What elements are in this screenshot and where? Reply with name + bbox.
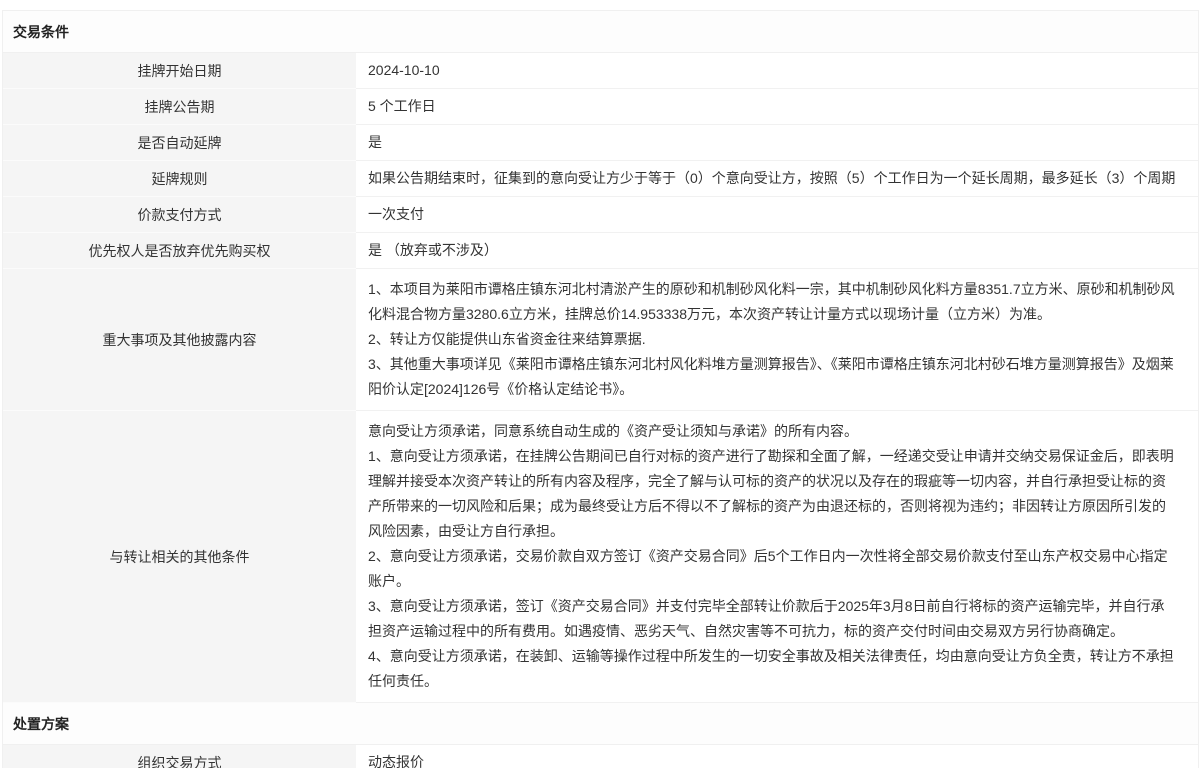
value-text: 2024-10-10 — [368, 58, 1178, 83]
table-row-preemptive-right-waiver: 优先权人是否放弃优先购买权 是 （放弃或不涉及） — [3, 233, 1198, 269]
value-text: 是 — [368, 130, 1178, 155]
row-label: 挂牌开始日期 — [3, 53, 356, 89]
asset-listing-detail-page: 交易条件 挂牌开始日期 2024-10-10 挂牌公告期 5 个工作日 是否自动… — [0, 0, 1202, 768]
table-row-major-matters-disclosure: 重大事项及其他披露内容 1、本项目为莱阳市谭格庄镇东河北村清淤产生的原砂和机制砂… — [3, 269, 1198, 411]
section-header-disposal-plan: 处置方案 — [3, 703, 1198, 745]
row-value: 如果公告期结束时，征集到的意向受让方少于等于（0）个意向受让方，按照（5）个工作… — [356, 161, 1198, 197]
value-text: 1、本项目为莱阳市谭格庄镇东河北村清淤产生的原砂和机制砂风化料一宗，其中机制砂风… — [368, 277, 1178, 327]
value-text: 2、意向受让方须承诺，交易价款自双方签订《资产交易合同》后5个工作日内一次性将全… — [368, 544, 1178, 594]
row-value: 一次支付 — [356, 197, 1198, 233]
conditions-table: 交易条件 挂牌开始日期 2024-10-10 挂牌公告期 5 个工作日 是否自动… — [2, 10, 1199, 768]
value-text: 3、意向受让方须承诺，签订《资产交易合同》并支付完毕全部转让价款后于2025年3… — [368, 594, 1178, 644]
value-text: 2、转让方仅能提供山东省资金往来结算票据. — [368, 327, 1178, 352]
section-title: 处置方案 — [13, 714, 69, 734]
value-text: 3、其他重大事项详见《莱阳市谭格庄镇东河北村风化料堆方量测算报告》、《莱阳市谭格… — [368, 352, 1178, 402]
row-value: 2024-10-10 — [356, 53, 1198, 89]
value-text: 1、意向受让方须承诺，在挂牌公告期间已自行对标的资产进行了勘探和全面了解，一经递… — [368, 444, 1178, 544]
row-label: 与转让相关的其他条件 — [3, 411, 356, 703]
row-label: 重大事项及其他披露内容 — [3, 269, 356, 411]
row-label: 延牌规则 — [3, 161, 356, 197]
section-title: 交易条件 — [13, 22, 69, 42]
row-label: 组织交易方式 — [3, 745, 356, 768]
value-text: 意向受让方须承诺，同意系统自动生成的《资产受让须知与承诺》的所有内容。 — [368, 419, 1178, 444]
row-label: 优先权人是否放弃优先购买权 — [3, 233, 356, 269]
value-text: 一次支付 — [368, 202, 1178, 227]
row-label: 价款支付方式 — [3, 197, 356, 233]
value-text: 4、意向受让方须承诺，在装卸、运输等操作过程中所发生的一切安全事故及相关法律责任… — [368, 644, 1178, 694]
row-value: 5 个工作日 — [356, 89, 1198, 125]
table-row-extension-rule: 延牌规则 如果公告期结束时，征集到的意向受让方少于等于（0）个意向受让方，按照（… — [3, 161, 1198, 197]
value-text: 如果公告期结束时，征集到的意向受让方少于等于（0）个意向受让方，按照（5）个工作… — [368, 166, 1178, 191]
table-row-trading-organization-method: 组织交易方式 动态报价 — [3, 745, 1198, 768]
row-value: 是 — [356, 125, 1198, 161]
table-row-other-transfer-conditions: 与转让相关的其他条件 意向受让方须承诺，同意系统自动生成的《资产受让须知与承诺》… — [3, 411, 1198, 703]
row-value: 1、本项目为莱阳市谭格庄镇东河北村清淤产生的原砂和机制砂风化料一宗，其中机制砂风… — [356, 269, 1198, 411]
table-row-listing-start-date: 挂牌开始日期 2024-10-10 — [3, 53, 1198, 89]
value-text: 动态报价 — [368, 750, 1178, 768]
table-row-auto-extension: 是否自动延牌 是 — [3, 125, 1198, 161]
value-text: 是 （放弃或不涉及） — [368, 238, 1178, 263]
row-value: 意向受让方须承诺，同意系统自动生成的《资产受让须知与承诺》的所有内容。 1、意向… — [356, 411, 1198, 703]
row-label: 是否自动延牌 — [3, 125, 356, 161]
row-label: 挂牌公告期 — [3, 89, 356, 125]
row-value: 动态报价 — [356, 745, 1198, 768]
row-value: 是 （放弃或不涉及） — [356, 233, 1198, 269]
table-row-announcement-period: 挂牌公告期 5 个工作日 — [3, 89, 1198, 125]
value-text: 5 个工作日 — [368, 94, 1178, 119]
section-header-trade-conditions: 交易条件 — [3, 11, 1198, 53]
table-row-payment-method: 价款支付方式 一次支付 — [3, 197, 1198, 233]
